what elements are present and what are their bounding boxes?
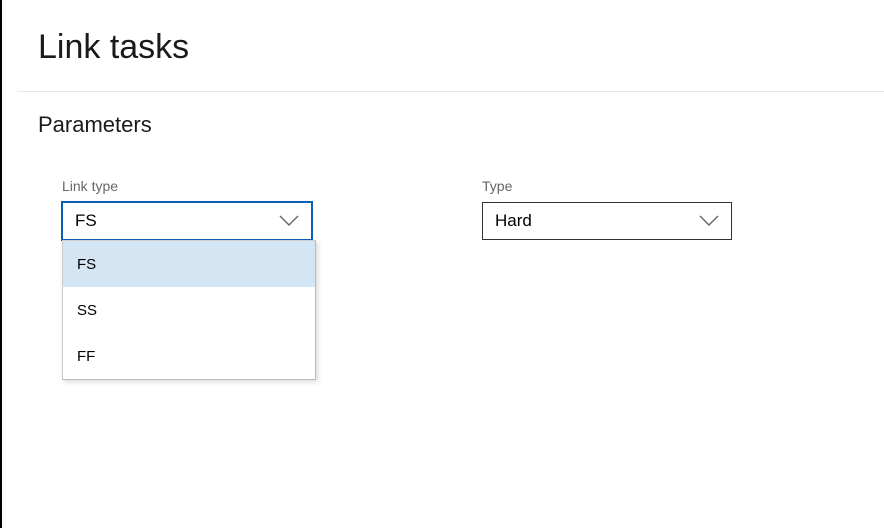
divider xyxy=(17,91,884,92)
parameters-row: Link type FS FS SS FF Type Hard xyxy=(2,178,884,240)
section-header: Parameters xyxy=(38,112,884,138)
link-type-label: Link type xyxy=(62,178,312,194)
field-type: Type Hard xyxy=(482,178,732,240)
page-title: Link tasks xyxy=(38,28,884,67)
link-type-select[interactable]: FS xyxy=(62,202,312,240)
link-type-dropdown: FS SS FF xyxy=(62,240,316,380)
link-type-value: FS xyxy=(75,211,97,231)
chevron-down-icon xyxy=(699,215,719,227)
link-type-option[interactable]: FS xyxy=(63,241,315,287)
link-type-option[interactable]: FF xyxy=(63,333,315,379)
link-type-option[interactable]: SS xyxy=(63,287,315,333)
field-link-type: Link type FS FS SS FF xyxy=(62,178,312,240)
type-select[interactable]: Hard xyxy=(482,202,732,240)
chevron-down-icon xyxy=(279,215,299,227)
type-value: Hard xyxy=(495,211,532,231)
type-label: Type xyxy=(482,178,732,194)
